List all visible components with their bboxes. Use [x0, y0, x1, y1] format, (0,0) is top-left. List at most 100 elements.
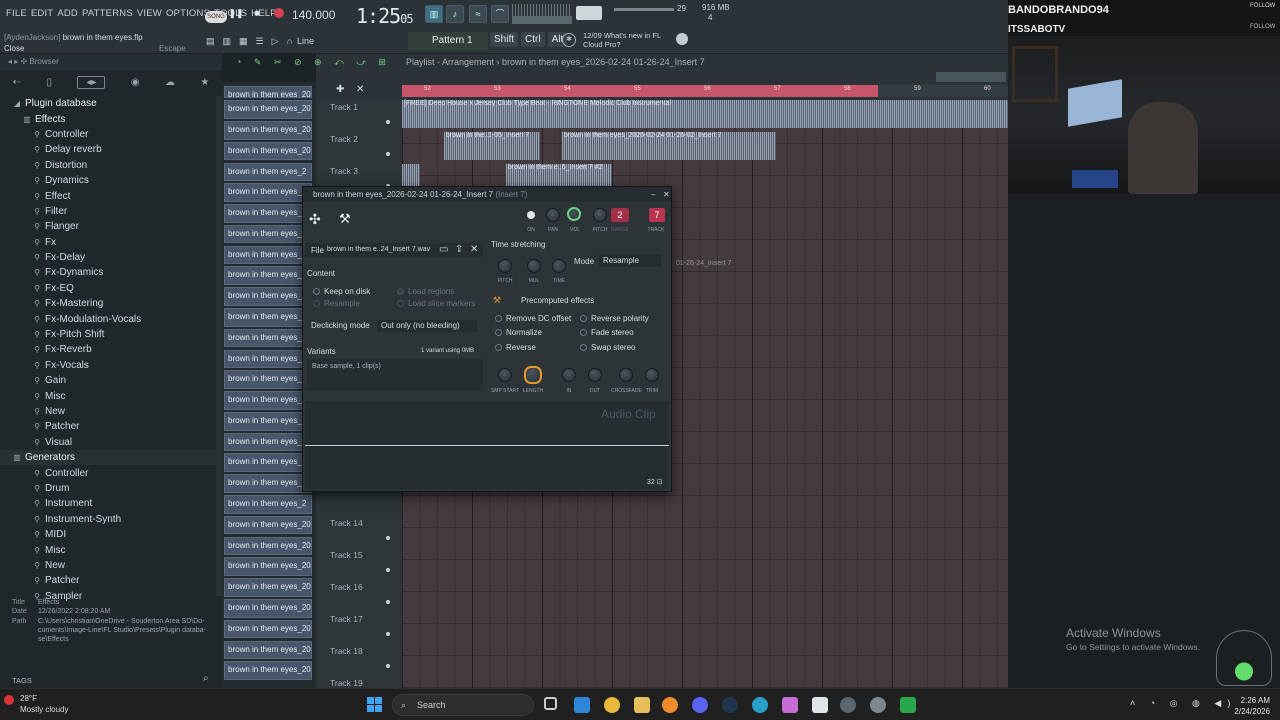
browser-db-icon[interactable]: ◉ — [131, 77, 140, 88]
clip-source-item[interactable]: brown in them eyes_2 — [224, 411, 312, 431]
channel-rack-icon[interactable]: ▤ — [206, 36, 215, 47]
pattern-selector[interactable]: Pattern 1 — [408, 32, 488, 50]
keep-on-disk-option[interactable]: Keep on disk — [313, 287, 370, 296]
tree-effect-item[interactable]: ⚲ Fx — [0, 235, 216, 250]
tree-effect-item[interactable]: ⚲ Gain — [0, 373, 216, 388]
tree-effect-item[interactable]: ⚲ Distortion — [0, 158, 216, 173]
pan-knob[interactable] — [546, 208, 560, 222]
tree-effect-item[interactable]: ⚲ Fx-Mastering — [0, 296, 216, 311]
menu-view[interactable]: VIEW — [137, 8, 162, 19]
track-label[interactable]: Track 18 — [330, 646, 363, 656]
reverse-radio[interactable] — [495, 344, 502, 351]
menu-edit[interactable]: EDIT — [31, 8, 53, 19]
wrench-icon[interactable]: ⚒ — [339, 211, 351, 227]
declicking-select[interactable]: Out only (no bleeding) — [377, 320, 477, 332]
smp-start-knob[interactable] — [498, 368, 512, 382]
playlist-scroll[interactable] — [936, 72, 1006, 82]
discord-icon[interactable] — [692, 697, 708, 713]
clip-source-item[interactable]: brown in them eyes_202... — [224, 100, 312, 119]
song-time-display[interactable]: 1:2505 — [356, 4, 414, 28]
clip-source-item[interactable]: brown in them eyes_2 — [224, 391, 312, 410]
fade-stereo-radio[interactable] — [580, 329, 587, 336]
settings-icon[interactable] — [870, 697, 886, 713]
tree-effect-item[interactable]: ⚲ Effect — [0, 188, 216, 203]
notepad-icon[interactable] — [812, 697, 828, 713]
tempo-display[interactable]: 140.000 — [292, 8, 335, 22]
master-volume-slider[interactable] — [614, 8, 674, 11]
clip-source-item[interactable]: brown in them eyes_2 — [224, 287, 312, 306]
clip-source-item[interactable]: brown in them eyes_2 — [224, 370, 312, 389]
tree-effect-item[interactable]: ⚲ Fx-Modulation-Vocals — [0, 311, 216, 326]
tree-generators[interactable]: ▥ Generators — [0, 449, 216, 466]
tree-effect-item[interactable]: ⚲ Delay reverb — [0, 142, 216, 157]
ts-time-knob[interactable] — [552, 259, 566, 273]
piano-roll-icon[interactable]: ▦ — [239, 36, 248, 47]
clip-source-item[interactable]: brown in them eyes_202... — [224, 661, 312, 680]
chrome-icon[interactable] — [604, 697, 620, 713]
clip-source-item[interactable]: brown in them eyes_202... — [224, 619, 312, 639]
timeline-ruler[interactable]: 52 53 54 55 56 57 58 59 60 — [402, 85, 1008, 97]
folder-icon[interactable]: ▭ — [439, 244, 448, 255]
tray-icons[interactable]: ˄ ◔ ◎ ◍ ◀) — [1130, 698, 1236, 709]
track-mute-led[interactable] — [386, 632, 390, 636]
length-knob[interactable] — [524, 366, 542, 384]
tree-effect-item[interactable]: ⚲ Fx-Reverb — [0, 342, 216, 357]
playlist-icon[interactable]: ☰ — [256, 36, 264, 47]
close-icon[interactable]: ✕ — [663, 187, 670, 202]
track-mute-led[interactable] — [386, 152, 390, 156]
reverse-polarity-radio[interactable] — [580, 315, 587, 322]
out-knob[interactable] — [588, 368, 602, 382]
tree-generator-item[interactable]: ⚲ New — [0, 558, 216, 573]
task-view-icon[interactable] — [544, 697, 557, 710]
normalize-radio[interactable] — [495, 329, 502, 336]
clip-source-item[interactable]: brown in them eyes_202... — [224, 640, 312, 660]
clip-source-item[interactable]: brown in them eyes_2 — [224, 495, 312, 514]
tree-effect-item[interactable]: ⚲ Flanger — [0, 219, 216, 234]
clip-source-item[interactable]: brown in them eyes_2 — [224, 474, 312, 493]
clip-source-item[interactable]: brown in them eyes_2 — [224, 224, 312, 244]
start-icon[interactable] — [367, 697, 382, 712]
tree-effect-item[interactable]: ⚲ Fx-Delay — [0, 250, 216, 265]
track-label[interactable]: Track 1 — [330, 102, 358, 112]
clip-source-item[interactable]: brown in them eyes_2 — [224, 204, 312, 223]
reverse-option[interactable]: Reverse — [495, 343, 536, 352]
track-label[interactable]: Track 19 — [330, 678, 363, 688]
menu-patterns[interactable]: PATTERNS — [82, 8, 133, 19]
tree-effect-item[interactable]: ⚲ New — [0, 404, 216, 419]
taskbar-search[interactable]: ⌕ Search — [392, 694, 534, 716]
tree-effects[interactable]: ▥ Effects — [0, 111, 216, 126]
track-mute-led[interactable] — [386, 664, 390, 668]
clip-source-item[interactable]: brown in them eyes_202... — [224, 578, 312, 597]
swap-stereo-radio[interactable] — [580, 344, 587, 351]
fl-studio-icon[interactable] — [662, 697, 678, 713]
tree-generator-item[interactable]: ⚲ Instrument — [0, 496, 216, 511]
tree-effect-item[interactable]: ⚲ Misc — [0, 388, 216, 403]
countdown-icon[interactable]: ⌒ — [491, 5, 509, 23]
clip-source-item[interactable]: brown in them eyes_202... — [224, 515, 312, 535]
clip-source-item[interactable]: brown in them eyes_202... — [224, 120, 312, 140]
record-button[interactable] — [271, 5, 287, 21]
tree-effect-item[interactable]: ⚲ Fx-Pitch Shift — [0, 327, 216, 342]
resample-option[interactable]: Resample — [313, 299, 360, 308]
tag-search-icon[interactable]: ⌕ — [203, 673, 209, 684]
ts-mul-knob[interactable] — [527, 259, 541, 273]
audio-clip-titlebar[interactable]: brown in them eyes_2026-02-24 01-26-24_I… — [303, 187, 671, 202]
track-value[interactable]: 7 — [649, 208, 665, 222]
tree-effect-item[interactable]: ⚲ Filter — [0, 204, 216, 219]
track-label[interactable]: Track 2 — [330, 134, 358, 144]
export-icon[interactable]: ⇪ — [455, 244, 463, 255]
clip-source-item[interactable]: brown in them eyes_2 — [224, 308, 312, 327]
menu-add[interactable]: ADD — [57, 8, 78, 19]
clip-source-item[interactable]: brown in them eyes_2 — [224, 245, 312, 265]
resample-radio[interactable] — [313, 300, 320, 307]
master-pitch-slider[interactable] — [576, 6, 602, 20]
clip-source-item[interactable]: brown in them eyes_2 — [224, 328, 312, 348]
tree-effect-item[interactable]: ⚲ Dynamics — [0, 173, 216, 188]
track-mute-led[interactable] — [386, 536, 390, 540]
keep-on-disk-radio[interactable] — [313, 288, 320, 295]
tree-effect-item[interactable]: ⚲ Fx-Vocals — [0, 358, 216, 373]
track-label[interactable]: Track 15 — [330, 550, 363, 560]
tree-effect-item[interactable]: ⚲ Fx-EQ — [0, 281, 216, 296]
obs-icon[interactable] — [840, 697, 856, 713]
plugin-icon[interactable]: ▷ — [272, 36, 279, 47]
